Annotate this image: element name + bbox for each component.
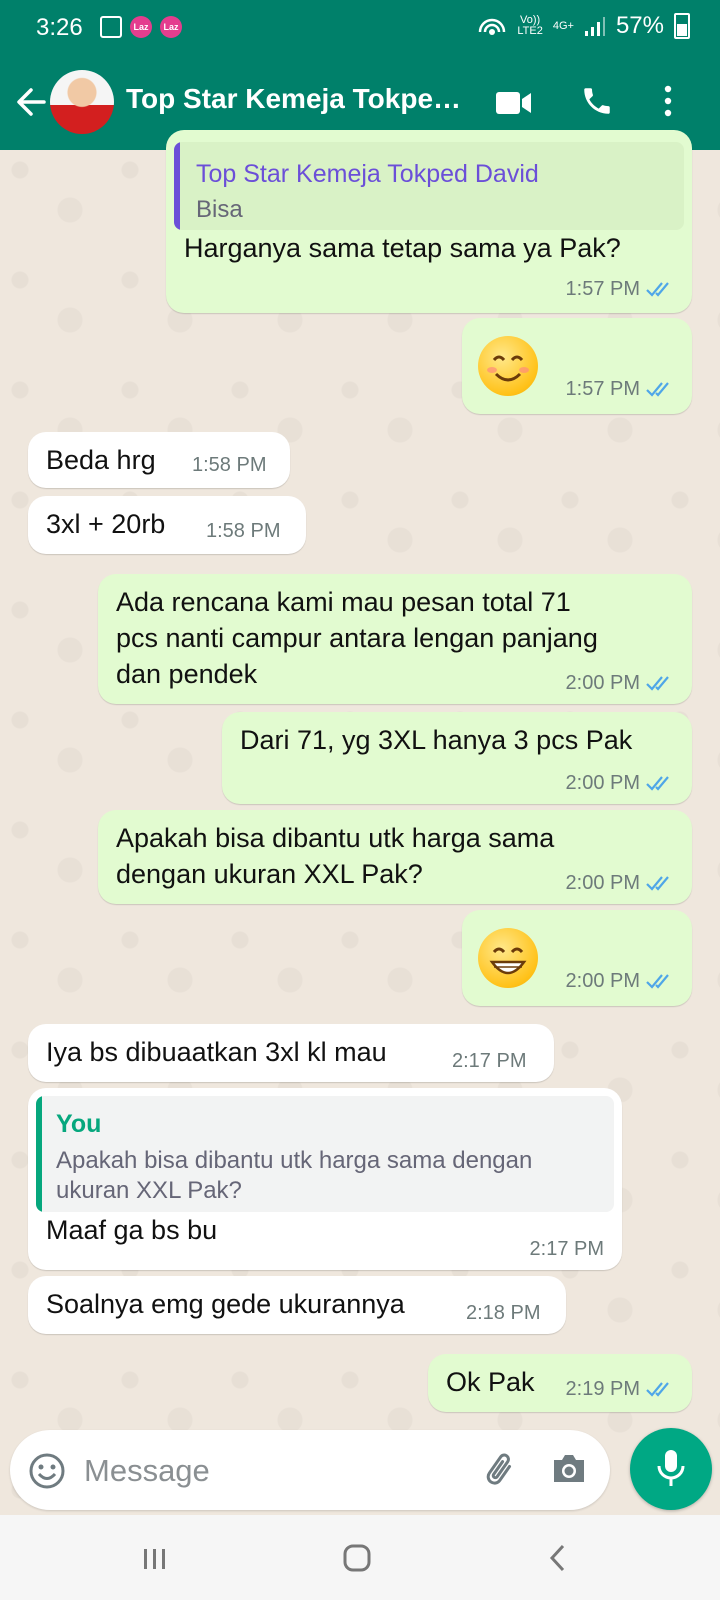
status-bar: 3:26 Laz Laz Vo)) LTE2 4G+ 57%: [0, 0, 720, 56]
message-time: 2:00 PM: [565, 672, 640, 694]
back-arrow-icon[interactable]: [14, 82, 48, 122]
message-incoming[interactable]: Soalnya emg gede ukurannya 2:18 PM: [28, 1276, 566, 1334]
battery-icon: [674, 13, 690, 39]
message-time: 2:00 PM: [565, 772, 640, 794]
message-line: dengan ukuran XXL Pak?: [116, 859, 423, 889]
double-check-icon: [646, 282, 669, 297]
message-incoming[interactable]: 3xl + 20rb 1:58 PM: [28, 496, 306, 554]
message-incoming[interactable]: You Apakah bisa dibantu utk harga sama d…: [28, 1088, 622, 1270]
message-line: Ada rencana kami mau pesan total 71: [116, 587, 571, 617]
smiling-face-icon: [478, 336, 538, 396]
battery-percent: 57%: [615, 12, 664, 39]
home-icon[interactable]: [342, 1543, 372, 1573]
double-check-icon: [646, 974, 669, 989]
quoted-message[interactable]: You Apakah bisa dibantu utk harga sama d…: [36, 1096, 614, 1212]
microphone-icon: [657, 1450, 685, 1486]
message-time: 2:17 PM: [529, 1238, 604, 1260]
message-time: 1:58 PM: [192, 454, 267, 476]
voice-record-button[interactable]: [630, 1428, 712, 1510]
message-time: 2:00 PM: [565, 970, 640, 992]
contact-avatar[interactable]: [50, 70, 114, 134]
message-outgoing[interactable]: Top Star Kemeja Tokped David Bisa Hargan…: [166, 130, 692, 313]
message-time: 1:57 PM: [565, 278, 640, 300]
message-outgoing[interactable]: 1:57 PM: [462, 318, 692, 414]
message-text: Harganya sama tetap sama ya Pak?: [184, 233, 621, 263]
attach-icon[interactable]: [482, 1450, 520, 1490]
message-text: Ok Pak: [446, 1367, 535, 1397]
voice-call-icon[interactable]: [580, 84, 614, 118]
lazada-notification-icon: Laz: [130, 16, 152, 38]
network-label: Vo)) LTE2: [517, 14, 543, 37]
status-right: Vo)) LTE2 4G+ 57%: [477, 12, 690, 40]
quote-author: Top Star Kemeja Tokped David: [196, 160, 539, 188]
message-text: Maaf ga bs bu: [46, 1215, 218, 1245]
hotspot-icon: [479, 18, 506, 35]
signal-icon: [584, 17, 605, 36]
message-text: Iya bs dibuaatkan 3xl kl mau: [46, 1037, 387, 1067]
message-time: 2:17 PM: [452, 1050, 527, 1072]
emoji-icon[interactable]: [28, 1452, 66, 1490]
more-options-icon[interactable]: [660, 84, 676, 118]
double-check-icon: [646, 676, 669, 691]
message-line: Apakah bisa dibantu utk harga sama: [116, 823, 555, 853]
quote-text: Bisa: [196, 196, 243, 223]
double-check-icon: [646, 1382, 669, 1397]
message-time: 1:58 PM: [206, 520, 281, 542]
quote-bar: [36, 1096, 42, 1212]
message-line: dan pendek: [116, 659, 258, 689]
double-check-icon: [646, 776, 669, 791]
quoted-message[interactable]: Top Star Kemeja Tokped David Bisa: [174, 142, 684, 230]
camera-icon[interactable]: [550, 1452, 588, 1486]
grinning-face-icon: [478, 928, 538, 988]
message-meta: 1:57 PM: [566, 378, 674, 401]
message-meta: 2:19 PM: [566, 1378, 674, 1401]
message-text: 3xl + 20rb: [46, 509, 166, 539]
message-meta: 2:00 PM: [566, 970, 674, 993]
message-outgoing[interactable]: Ok Pak 2:19 PM: [428, 1354, 692, 1412]
notification-icons: Laz Laz: [100, 16, 182, 38]
video-call-icon[interactable]: [494, 88, 534, 118]
double-check-icon: [646, 876, 669, 891]
message-meta: 2:00 PM: [566, 772, 674, 795]
lazada-notification-icon: Laz: [160, 16, 182, 38]
double-check-icon: [646, 382, 669, 397]
contact-name[interactable]: Top Star Kemeja Tokped David: [126, 83, 476, 115]
message-text: Beda hrg: [46, 445, 156, 475]
message-text: Dari 71, yg 3XL hanya 3 pcs Pak: [240, 725, 633, 755]
message-line: pcs nanti campur antara lengan panjang: [116, 623, 598, 653]
message-outgoing[interactable]: Apakah bisa dibantu utk harga sama denga…: [98, 810, 692, 904]
message-outgoing[interactable]: Ada rencana kami mau pesan total 71 pcs …: [98, 574, 692, 704]
message-time: 2:00 PM: [565, 872, 640, 894]
status-time: 3:26: [36, 14, 83, 41]
gallery-notification-icon: [100, 16, 122, 38]
quote-text: Apakah bisa dibantu utk harga sama denga…: [56, 1147, 533, 1204]
recent-apps-icon[interactable]: [142, 1547, 168, 1571]
message-incoming[interactable]: Beda hrg 1:58 PM: [28, 432, 290, 488]
message-time: 2:19 PM: [565, 1378, 640, 1400]
message-outgoing[interactable]: Dari 71, yg 3XL hanya 3 pcs Pak 2:00 PM: [222, 712, 692, 804]
message-text: Soalnya emg gede ukurannya: [46, 1289, 405, 1319]
back-icon[interactable]: [548, 1543, 568, 1573]
message-meta: 2:00 PM: [566, 672, 674, 695]
system-nav-bar: [0, 1515, 720, 1600]
message-meta: 2:00 PM: [566, 872, 674, 895]
message-time: 2:18 PM: [466, 1302, 541, 1324]
message-incoming[interactable]: Iya bs dibuaatkan 3xl kl mau 2:17 PM: [28, 1024, 554, 1082]
message-meta: 1:57 PM: [566, 278, 674, 301]
network-type: 4G+: [552, 19, 574, 32]
quote-author: You: [56, 1110, 102, 1138]
message-composer: [10, 1430, 610, 1510]
message-outgoing[interactable]: 2:00 PM: [462, 910, 692, 1006]
message-input[interactable]: [82, 1448, 466, 1494]
quote-bar: [174, 142, 180, 230]
message-time: 1:57 PM: [565, 378, 640, 400]
